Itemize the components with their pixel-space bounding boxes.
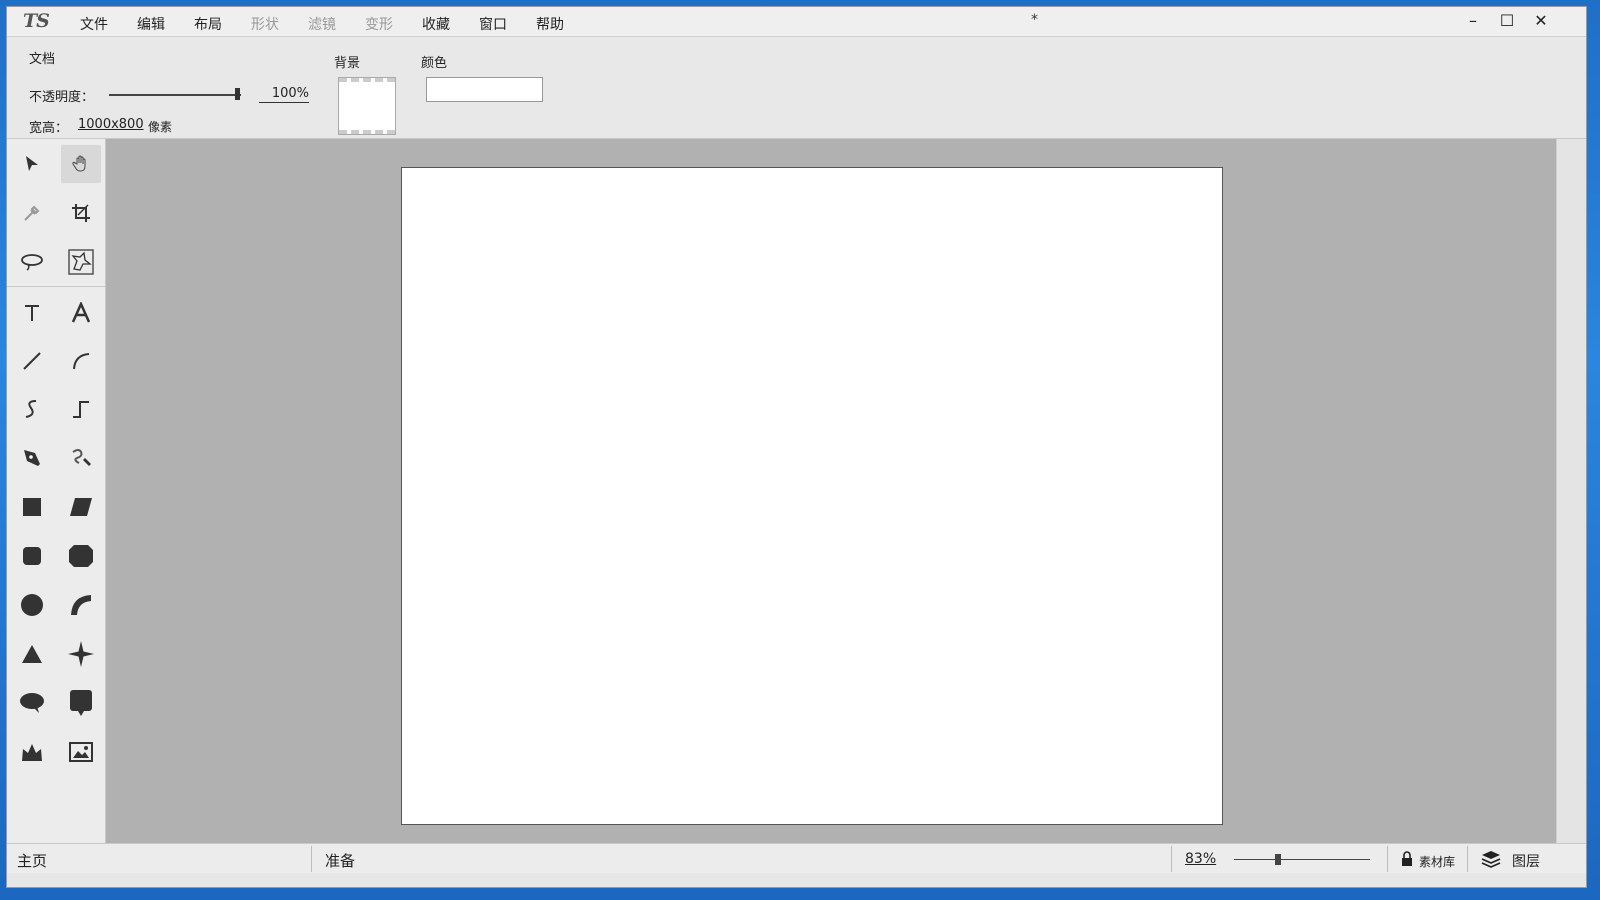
triangle-icon[interactable] <box>12 635 52 673</box>
menu-filter[interactable]: 滤镜 <box>308 14 336 34</box>
maximize-button[interactable]: ☐ <box>1493 10 1521 32</box>
layers-button[interactable]: 图层 <box>1512 851 1540 871</box>
home-tab[interactable]: 主页 <box>17 850 47 871</box>
status-divider <box>1387 846 1388 872</box>
size-unit: 像素 <box>148 120 173 134</box>
close-button[interactable]: ✕ <box>1527 10 1555 32</box>
eyedropper-icon[interactable] <box>12 194 52 232</box>
rectangle-icon[interactable] <box>12 488 52 526</box>
parallelogram-icon[interactable] <box>61 488 101 526</box>
arc-icon[interactable] <box>61 342 101 380</box>
rounded-rect-icon[interactable] <box>12 537 52 575</box>
crop-icon[interactable] <box>61 194 101 232</box>
zoom-slider[interactable] <box>1234 859 1370 860</box>
layers-icon <box>1481 850 1501 872</box>
library-button[interactable]: 素材库 <box>1419 853 1455 870</box>
status-bar: 主页 准备 83% 素材库 图层 <box>7 843 1586 873</box>
status-text: 准备 <box>325 852 356 870</box>
zoom-slider-thumb[interactable] <box>1275 854 1281 865</box>
background-swatch[interactable] <box>338 77 396 135</box>
arc-shape-icon[interactable] <box>61 586 101 624</box>
magic-lasso-icon[interactable] <box>61 243 101 281</box>
freehand-pen-icon[interactable] <box>61 439 101 477</box>
menu-file[interactable]: 文件 <box>80 14 108 34</box>
document-title: * <box>1031 12 1038 28</box>
properties-panel: 文档 不透明度： 100% 宽高： 1000x800 像素 背景 颜色 <box>7 37 1586 139</box>
lock-icon <box>1401 851 1413 871</box>
toolbox-divider <box>7 286 106 287</box>
menu-transform[interactable]: 变形 <box>365 14 393 34</box>
opacity-value[interactable]: 100% <box>259 86 309 103</box>
hand-icon[interactable] <box>61 145 101 183</box>
star-icon[interactable] <box>61 635 101 673</box>
polyline-icon[interactable] <box>61 390 101 428</box>
line-icon[interactable] <box>12 342 52 380</box>
menu-help[interactable]: 帮助 <box>536 14 564 34</box>
opacity-slider[interactable] <box>109 94 241 96</box>
callout-icon[interactable] <box>61 684 101 722</box>
properties-title: 文档 <box>29 52 56 67</box>
circle-icon[interactable] <box>12 586 52 624</box>
app-window: TS 文件 编辑 布局 形状 滤镜 变形 收藏 窗口 帮助 * – ☐ ✕ 文档… <box>6 6 1587 888</box>
minimize-button[interactable]: – <box>1459 10 1487 32</box>
drawing-canvas[interactable] <box>401 167 1223 825</box>
crown-icon[interactable] <box>12 733 52 771</box>
text-icon[interactable] <box>12 294 52 332</box>
image-icon[interactable] <box>61 733 101 771</box>
octagon-icon[interactable] <box>61 537 101 575</box>
menu-edit[interactable]: 编辑 <box>137 14 165 34</box>
lasso-icon[interactable] <box>12 243 52 281</box>
toolbox <box>7 139 106 843</box>
pen-icon[interactable] <box>12 439 52 477</box>
menu-shape[interactable]: 形状 <box>251 14 279 34</box>
menu-favorites[interactable]: 收藏 <box>422 14 450 34</box>
menu-window[interactable]: 窗口 <box>479 14 507 34</box>
color-label: 颜色 <box>421 56 448 71</box>
color-field[interactable] <box>426 77 543 102</box>
opacity-label: 不透明度： <box>29 90 95 105</box>
background-label: 背景 <box>334 56 361 71</box>
zoom-value[interactable]: 83% <box>1185 851 1216 867</box>
speech-bubble-icon[interactable] <box>12 684 52 722</box>
workspace[interactable] <box>106 139 1556 843</box>
opacity-slider-thumb[interactable] <box>235 88 240 100</box>
app-logo: TS <box>23 10 50 32</box>
curve-icon[interactable] <box>12 390 52 428</box>
side-panel <box>1556 139 1586 843</box>
menu-bar: TS 文件 编辑 布局 形状 滤镜 变形 收藏 窗口 帮助 * – ☐ ✕ <box>7 7 1586 37</box>
status-divider <box>1467 846 1468 872</box>
menu-layout[interactable]: 布局 <box>194 14 222 34</box>
status-divider <box>311 846 312 872</box>
select-arrow-icon[interactable] <box>12 145 52 183</box>
size-value[interactable]: 1000x800 <box>78 117 144 132</box>
size-label: 宽高： <box>29 121 69 136</box>
status-divider <box>1171 846 1172 872</box>
art-text-icon[interactable] <box>61 294 101 332</box>
